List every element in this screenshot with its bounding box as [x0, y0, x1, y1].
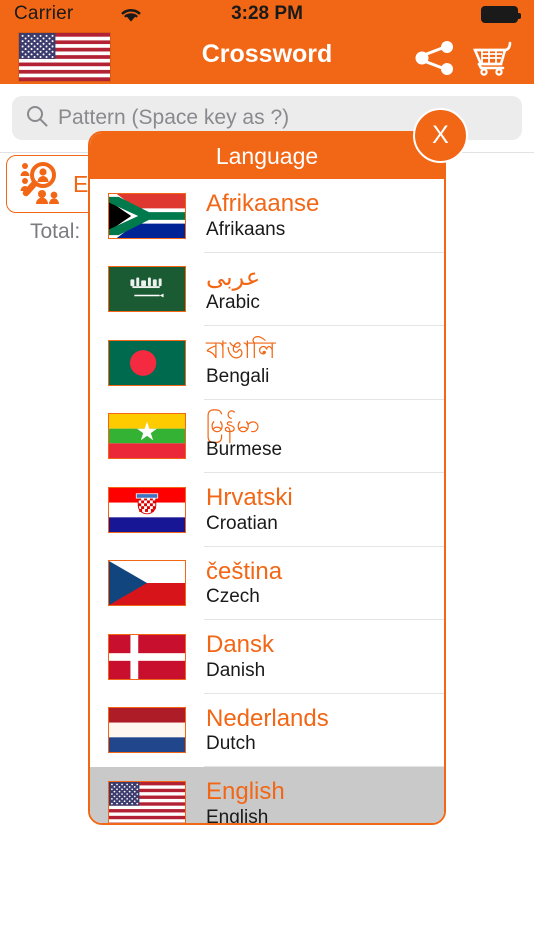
total-label: Total: — [30, 220, 81, 243]
language-labels: မြန်မာ Burmese — [206, 411, 282, 462]
language-english-name: Bengali — [206, 365, 270, 387]
language-english-name: Burmese — [206, 439, 283, 461]
close-icon: X — [432, 121, 449, 149]
people-search-icon — [15, 160, 63, 209]
language-row-hr[interactable]: Hrvatski Croatian — [90, 473, 444, 547]
language-english-name: Danish — [206, 659, 266, 681]
hr-flag-icon — [108, 486, 186, 533]
cz-flag-icon — [108, 560, 186, 607]
language-native-name: မြန်မာ — [206, 410, 260, 438]
language-english-name: Dutch — [206, 733, 256, 755]
language-row-dk[interactable]: Dansk Danish — [90, 620, 444, 694]
app-root: Carrier 3:28 PM Crossword Pattern (Space… — [0, 0, 534, 950]
language-native-name: عربى — [206, 263, 261, 291]
language-list[interactable]: Afrikaanse Afrikaans عربى Arabic বাঙালি Ben… — [90, 179, 444, 823]
nav-bar: Crossword — [0, 28, 534, 84]
share-icon[interactable] — [414, 41, 456, 80]
search-icon — [26, 105, 48, 132]
battery-full-icon — [481, 6, 521, 23]
language-labels: Hrvatski Croatian — [206, 484, 293, 535]
language-labels: Dansk Danish — [206, 631, 274, 682]
language-labels: Afrikaanse Afrikaans — [206, 190, 319, 241]
language-labels: čeština Czech — [206, 558, 282, 609]
language-row-bd[interactable]: বাঙালি Bengali — [90, 326, 444, 400]
language-row-cz[interactable]: čeština Czech — [90, 546, 444, 620]
bd-flag-icon — [108, 339, 186, 386]
language-english-name: Czech — [206, 586, 260, 608]
us-flag-icon — [108, 780, 186, 823]
language-modal: Language Afrikaanse Afrikaans عربى Arabi… — [88, 131, 446, 825]
shopping-cart-icon[interactable] — [472, 39, 518, 82]
language-row-nl[interactable]: Nederlands Dutch — [90, 693, 444, 767]
language-labels: Nederlands Dutch — [206, 705, 329, 756]
language-native-name: Afrikaanse — [206, 190, 320, 218]
language-english-name: Arabic — [206, 292, 260, 314]
language-row-us[interactable]: English English — [90, 767, 444, 823]
language-row-sa[interactable]: عربى Arabic — [90, 252, 444, 326]
language-english-name: Croatian — [206, 512, 278, 534]
language-native-name: Nederlands — [206, 704, 329, 732]
language-english-name: English — [206, 806, 269, 823]
status-bar: Carrier 3:28 PM — [0, 0, 534, 28]
za-flag-icon — [108, 192, 186, 239]
language-native-name: Hrvatski — [206, 484, 293, 512]
language-native-name: বাঙালি — [206, 337, 276, 365]
dk-flag-icon — [108, 633, 186, 680]
language-native-name: čeština — [206, 557, 283, 585]
language-native-name: English — [206, 778, 285, 806]
language-native-name: Dansk — [206, 631, 275, 659]
language-english-name: Afrikaans — [206, 218, 286, 240]
sa-flag-icon — [108, 266, 186, 313]
mm-flag-icon — [108, 413, 186, 460]
close-modal-button[interactable]: X — [413, 108, 468, 163]
language-modal-header: Language — [90, 133, 444, 179]
clock-label: 3:28 PM — [231, 3, 303, 24]
language-modal-title: Language — [215, 142, 319, 169]
language-labels: English English — [206, 778, 285, 823]
language-labels: عربى Arabic — [206, 264, 260, 315]
nl-flag-icon — [108, 707, 186, 754]
language-labels: বাঙালি Bengali — [206, 337, 276, 388]
language-row-za[interactable]: Afrikaanse Afrikaans — [90, 179, 444, 253]
language-row-mm[interactable]: မြန်မာ Burmese — [90, 399, 444, 473]
